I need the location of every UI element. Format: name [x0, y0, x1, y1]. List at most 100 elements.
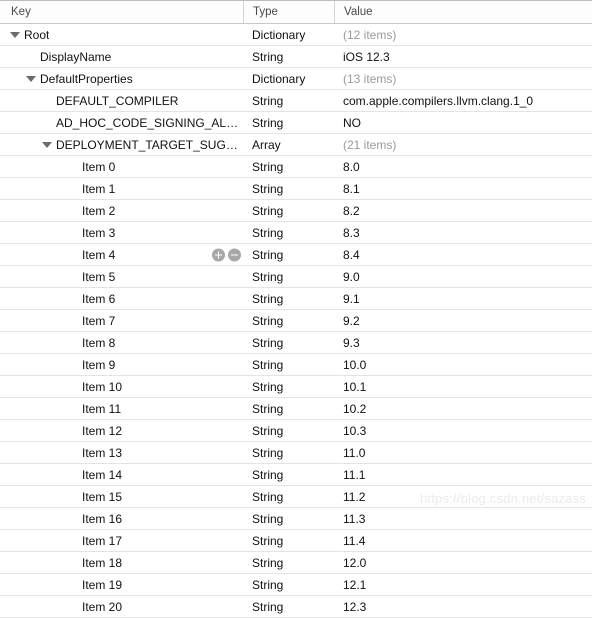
table-row[interactable]: Item 12 String 10.3	[0, 420, 592, 442]
key-cell[interactable]: Item 9	[0, 354, 243, 375]
table-row[interactable]: Item 8 String 9.3	[0, 332, 592, 354]
key-cell[interactable]: DisplayName	[0, 46, 243, 67]
key-cell[interactable]: Item 6	[0, 288, 243, 309]
type-cell[interactable]: String	[243, 244, 334, 265]
key-cell[interactable]: Item 3	[0, 222, 243, 243]
type-cell[interactable]: String	[243, 90, 334, 111]
value-cell[interactable]: 11.1	[334, 464, 592, 485]
key-cell[interactable]: AD_HOC_CODE_SIGNING_ALLOWED	[0, 112, 243, 133]
table-row[interactable]: Item 11 String 10.2	[0, 398, 592, 420]
table-row[interactable]: Item 13 String 11.0	[0, 442, 592, 464]
value-cell[interactable]: 12.1	[334, 574, 592, 595]
disclosure-triangle-icon[interactable]	[10, 31, 20, 38]
type-cell[interactable]: String	[243, 420, 334, 441]
table-row[interactable]: Item 3 String 8.3	[0, 222, 592, 244]
type-cell[interactable]: String	[243, 596, 334, 617]
value-cell[interactable]: iOS 12.3	[334, 46, 592, 67]
key-cell[interactable]: DefaultProperties	[0, 68, 243, 89]
type-cell[interactable]: String	[243, 112, 334, 133]
type-cell[interactable]: String	[243, 574, 334, 595]
type-cell[interactable]: String	[243, 266, 334, 287]
key-cell[interactable]: Item 5	[0, 266, 243, 287]
key-cell[interactable]: Item 15	[0, 486, 243, 507]
key-cell[interactable]: Item 1	[0, 178, 243, 199]
type-cell[interactable]: String	[243, 464, 334, 485]
table-row[interactable]: Item 16 String 11.3	[0, 508, 592, 530]
table-row[interactable]: Item 10 String 10.1	[0, 376, 592, 398]
type-cell[interactable]: String	[243, 46, 334, 67]
key-cell[interactable]: Item 4	[0, 244, 243, 265]
value-cell[interactable]: 8.4	[334, 244, 592, 265]
column-header-type[interactable]: Type	[243, 1, 334, 23]
value-cell[interactable]: 11.3	[334, 508, 592, 529]
type-cell[interactable]: String	[243, 310, 334, 331]
table-row[interactable]: DefaultProperties Dictionary (13 items)	[0, 68, 592, 90]
type-cell[interactable]: String	[243, 398, 334, 419]
table-row[interactable]: Item 0 String 8.0	[0, 156, 592, 178]
table-row[interactable]: Item 14 String 11.1	[0, 464, 592, 486]
value-cell[interactable]: com.apple.compilers.llvm.clang.1_0	[334, 90, 592, 111]
table-row[interactable]: Item 1 String 8.1	[0, 178, 592, 200]
table-row[interactable]: Item 5 String 9.0	[0, 266, 592, 288]
value-cell[interactable]: 11.4	[334, 530, 592, 551]
column-header-key[interactable]: Key	[0, 1, 243, 23]
disclosure-triangle-icon[interactable]	[26, 75, 36, 82]
value-cell[interactable]: 9.2	[334, 310, 592, 331]
value-cell[interactable]: 12.0	[334, 552, 592, 573]
type-cell[interactable]: String	[243, 178, 334, 199]
table-row[interactable]: Item 20 String 12.3	[0, 596, 592, 618]
disclosure-triangle-icon[interactable]	[42, 141, 52, 148]
table-row[interactable]: DEPLOYMENT_TARGET_SUGGESTE… Array (21 item…	[0, 134, 592, 156]
table-row[interactable]: AD_HOC_CODE_SIGNING_ALLOWED String NO	[0, 112, 592, 134]
key-cell[interactable]: DEFAULT_COMPILER	[0, 90, 243, 111]
key-cell[interactable]: Item 11	[0, 398, 243, 419]
type-cell[interactable]: String	[243, 354, 334, 375]
table-row[interactable]: Item 7 String 9.2	[0, 310, 592, 332]
table-row[interactable]: Item 2 String 8.2	[0, 200, 592, 222]
type-cell[interactable]: String	[243, 508, 334, 529]
value-cell[interactable]: 8.1	[334, 178, 592, 199]
key-cell[interactable]: Item 8	[0, 332, 243, 353]
key-cell[interactable]: Root	[0, 24, 243, 45]
value-cell[interactable]: 9.1	[334, 288, 592, 309]
key-cell[interactable]: Item 13	[0, 442, 243, 463]
add-row-icon[interactable]	[212, 248, 225, 261]
value-cell[interactable]: (21 items)	[334, 134, 592, 155]
table-row[interactable]: Item 9 String 10.0	[0, 354, 592, 376]
type-cell[interactable]: String	[243, 222, 334, 243]
key-cell[interactable]: Item 12	[0, 420, 243, 441]
type-cell[interactable]: Dictionary	[243, 68, 334, 89]
key-cell[interactable]: DEPLOYMENT_TARGET_SUGGESTE…	[0, 134, 243, 155]
value-cell[interactable]: 9.0	[334, 266, 592, 287]
value-cell[interactable]: 10.1	[334, 376, 592, 397]
key-cell[interactable]: Item 0	[0, 156, 243, 177]
value-cell[interactable]: 10.3	[334, 420, 592, 441]
value-cell[interactable]: NO	[334, 112, 592, 133]
type-cell[interactable]: String	[243, 486, 334, 507]
value-cell[interactable]: 10.0	[334, 354, 592, 375]
type-cell[interactable]: String	[243, 200, 334, 221]
value-cell[interactable]: 11.2	[334, 486, 592, 507]
column-header-value[interactable]: Value	[334, 1, 592, 23]
table-row[interactable]: Item 6 String 9.1	[0, 288, 592, 310]
table-row[interactable]: Item 4 String 8.4	[0, 244, 592, 266]
key-cell[interactable]: Item 7	[0, 310, 243, 331]
key-cell[interactable]: Item 10	[0, 376, 243, 397]
value-cell[interactable]: 8.3	[334, 222, 592, 243]
type-cell[interactable]: Dictionary	[243, 24, 334, 45]
type-cell[interactable]: String	[243, 288, 334, 309]
value-cell[interactable]: 8.2	[334, 200, 592, 221]
value-cell[interactable]: 9.3	[334, 332, 592, 353]
key-cell[interactable]: Item 18	[0, 552, 243, 573]
value-cell[interactable]: 8.0	[334, 156, 592, 177]
table-row[interactable]: Item 19 String 12.1	[0, 574, 592, 596]
key-cell[interactable]: Item 17	[0, 530, 243, 551]
key-cell[interactable]: Item 14	[0, 464, 243, 485]
value-cell[interactable]: 10.2	[334, 398, 592, 419]
value-cell[interactable]: 12.3	[334, 596, 592, 617]
table-row[interactable]: Item 15 String 11.2	[0, 486, 592, 508]
type-cell[interactable]: String	[243, 530, 334, 551]
table-row[interactable]: Item 18 String 12.0	[0, 552, 592, 574]
type-cell[interactable]: String	[243, 332, 334, 353]
table-row[interactable]: DisplayName String iOS 12.3	[0, 46, 592, 68]
